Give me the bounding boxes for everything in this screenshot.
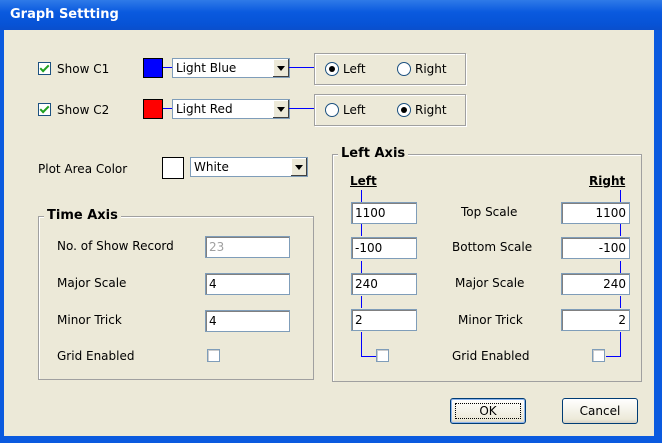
c2-color-value: Light Red bbox=[176, 102, 233, 116]
left-minor-trick-value: 2 bbox=[355, 313, 363, 327]
left-bottom-scale-value: -100 bbox=[355, 241, 383, 255]
show-c2-checkbox[interactable] bbox=[38, 103, 51, 116]
c2-axis-left-radio[interactable] bbox=[325, 103, 339, 117]
left-major-scale-field[interactable]: 240 bbox=[351, 273, 417, 295]
time-major-scale-label: Major Scale bbox=[57, 276, 127, 290]
c2-color-swatch bbox=[143, 99, 163, 119]
time-major-scale-value: 4 bbox=[209, 277, 217, 291]
show-c1-checkbox[interactable] bbox=[38, 62, 51, 75]
bottom-scale-label: Bottom Scale bbox=[452, 240, 533, 254]
left-grid-checkbox[interactable] bbox=[376, 349, 389, 362]
right-grid-checkbox[interactable] bbox=[592, 349, 605, 362]
chevron-down-icon[interactable] bbox=[290, 158, 307, 176]
show-record-field: 23 bbox=[205, 236, 290, 258]
right-top-scale-value: 1100 bbox=[595, 206, 626, 220]
c1-color-combo[interactable]: Light Blue bbox=[172, 58, 290, 78]
plot-area-color-value: White bbox=[194, 160, 229, 174]
c1-axis-right-radio[interactable] bbox=[397, 62, 411, 76]
time-minor-trick-field[interactable]: 4 bbox=[205, 310, 290, 332]
plot-area-color-combo[interactable]: White bbox=[190, 157, 308, 177]
right-bottom-scale-value: -100 bbox=[598, 241, 626, 255]
time-minor-trick-label: Minor Trick bbox=[57, 313, 122, 327]
right-minor-trick-value: 2 bbox=[618, 313, 626, 327]
c1-color-swatch bbox=[143, 58, 163, 78]
chevron-down-icon[interactable] bbox=[272, 59, 289, 77]
c1-axis-left-label: Left bbox=[343, 62, 366, 76]
title-bar[interactable]: Graph Settting bbox=[0, 0, 662, 30]
right-column-header: Right bbox=[589, 174, 626, 188]
window-border-bottom bbox=[0, 436, 662, 443]
right-top-scale-field[interactable]: 1100 bbox=[561, 202, 630, 224]
c2-color-combo[interactable]: Light Red bbox=[172, 99, 290, 119]
left-bottom-scale-field[interactable]: -100 bbox=[351, 237, 417, 259]
c1-axis-group: Left Right bbox=[314, 53, 466, 85]
left-top-scale-value: 1100 bbox=[355, 206, 386, 220]
cancel-button-label: Cancel bbox=[579, 404, 621, 418]
show-record-label: No. of Show Record bbox=[57, 239, 174, 253]
c1-axis-left-radio[interactable] bbox=[325, 62, 339, 76]
time-grid-label: Grid Enabled bbox=[57, 349, 135, 363]
axis-major-scale-label: Major Scale bbox=[455, 276, 525, 290]
axis-minor-trick-label: Minor Trick bbox=[458, 313, 523, 327]
right-minor-trick-field[interactable]: 2 bbox=[561, 309, 630, 331]
left-axis-group bbox=[332, 154, 642, 382]
plot-area-color-label: Plot Area Color bbox=[38, 162, 128, 176]
window-title: Graph Settting bbox=[10, 7, 119, 22]
time-minor-trick-value: 4 bbox=[209, 314, 217, 328]
right-major-scale-value: 240 bbox=[603, 277, 626, 291]
graph-settings-window: Graph Settting Show C1 Light Blue Left R… bbox=[0, 0, 662, 443]
c2-axis-right-radio[interactable] bbox=[397, 103, 411, 117]
ok-button[interactable]: OK bbox=[450, 398, 526, 424]
c1-axis-right-label: Right bbox=[415, 62, 447, 76]
focus-rect bbox=[455, 403, 521, 419]
show-c1-label: Show C1 bbox=[57, 62, 110, 76]
top-scale-label: Top Scale bbox=[461, 205, 518, 219]
axis-grid-label: Grid Enabled bbox=[452, 349, 530, 363]
c2-axis-right-label: Right bbox=[415, 103, 447, 117]
show-record-value: 23 bbox=[209, 240, 225, 254]
plot-area-color-swatch bbox=[162, 157, 184, 179]
c1-color-value: Light Blue bbox=[176, 61, 237, 75]
time-major-scale-field[interactable]: 4 bbox=[205, 273, 290, 295]
left-minor-trick-field[interactable]: 2 bbox=[351, 309, 417, 331]
right-bottom-scale-field[interactable]: -100 bbox=[561, 237, 630, 259]
cancel-button[interactable]: Cancel bbox=[562, 398, 638, 424]
show-c2-label: Show C2 bbox=[57, 103, 110, 117]
left-column-header: Left bbox=[350, 174, 377, 188]
c2-axis-group: Left Right bbox=[314, 94, 466, 126]
left-axis-title: Left Axis bbox=[338, 146, 409, 161]
time-axis-title: Time Axis bbox=[44, 208, 121, 223]
time-grid-checkbox[interactable] bbox=[207, 349, 220, 362]
c2-axis-left-label: Left bbox=[343, 103, 366, 117]
right-major-scale-field[interactable]: 240 bbox=[561, 273, 630, 295]
left-top-scale-field[interactable]: 1100 bbox=[351, 202, 417, 224]
chevron-down-icon[interactable] bbox=[272, 100, 289, 118]
left-major-scale-value: 240 bbox=[355, 277, 378, 291]
